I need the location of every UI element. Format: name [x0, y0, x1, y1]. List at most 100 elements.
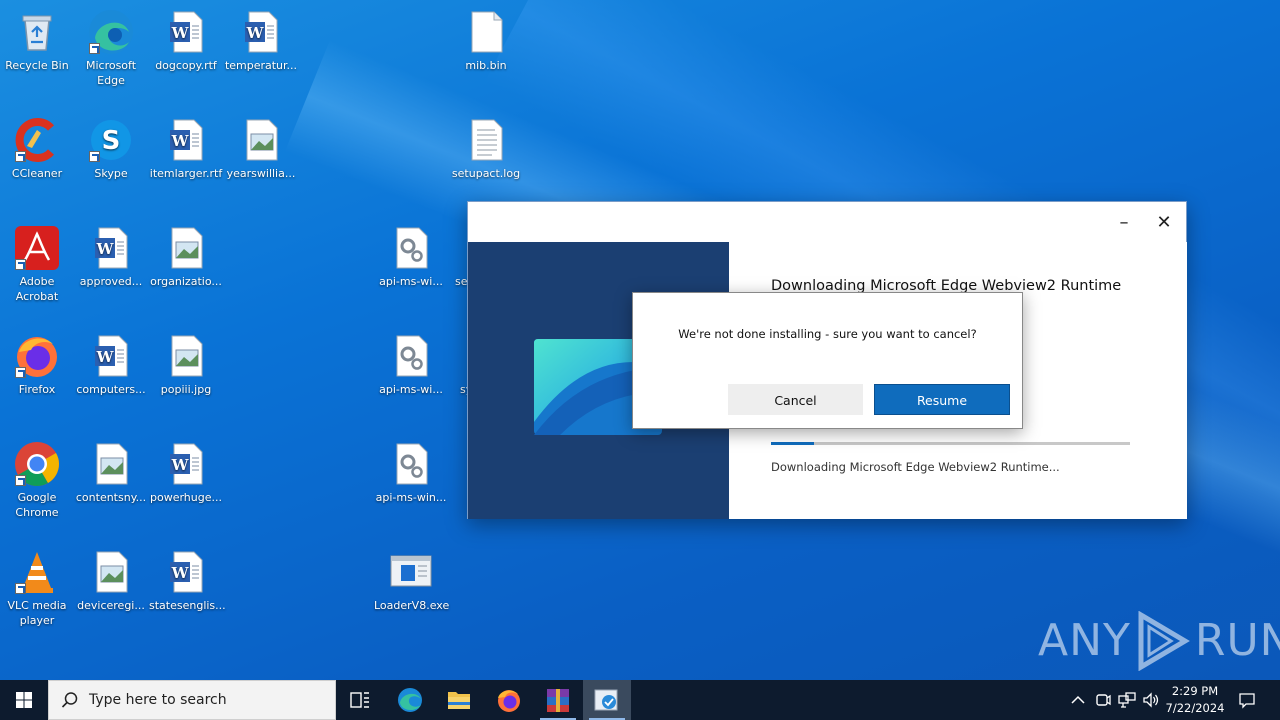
watermark-text-right: RUN	[1194, 615, 1280, 666]
desktop-icon-file[interactable]: W powerhuge...	[149, 440, 223, 505]
anyrun-watermark: ANY RUN	[1038, 610, 1280, 672]
desktop-icon-label: popiii.jpg	[160, 383, 212, 396]
desktop-icon-label: api-ms-wi...	[379, 275, 443, 288]
task-view-button[interactable]	[336, 680, 384, 720]
start-button[interactable]	[0, 680, 48, 720]
desktop-icon-label: mib.bin	[465, 59, 507, 72]
taskbar-app-edge[interactable]	[386, 680, 434, 720]
installer-icon	[594, 689, 618, 711]
desktop-icon-label: dogcopy.rtf	[155, 59, 217, 72]
desktop-icon-file[interactable]: W statesenglis...	[149, 548, 226, 613]
desktop-icon-label: setupact.log	[451, 167, 521, 180]
image-file-icon	[87, 440, 135, 488]
desktop-icon-adobe-acrobat[interactable]: Adobe Acrobat	[0, 224, 74, 304]
desktop-icon-file[interactable]: api-ms-wi...	[374, 332, 448, 397]
desktop-icon-file[interactable]: api-ms-wi...	[374, 224, 448, 289]
desktop-icon-label: organizatio...	[150, 275, 222, 288]
desktop-icon-file[interactable]: popiii.jpg	[149, 332, 223, 397]
desktop-icon-file[interactable]: yearswillia...	[224, 116, 298, 181]
recycle-bin-icon	[13, 8, 61, 56]
word-doc-icon: W	[237, 8, 285, 56]
svg-text:W: W	[96, 348, 115, 366]
taskbar-app-installer[interactable]	[583, 680, 631, 720]
taskbar-app-file-explorer[interactable]	[435, 680, 483, 720]
cancel-button[interactable]: Cancel	[728, 384, 863, 415]
desktop-icon-recycle-bin[interactable]: Recycle Bin	[0, 8, 74, 73]
svg-text:S: S	[102, 126, 121, 156]
search-icon	[61, 692, 78, 708]
firefox-icon	[13, 332, 61, 380]
progress-bar-fill	[771, 442, 815, 445]
taskbar: Type here to search 2:29 PM 7/22/2024	[0, 680, 1280, 720]
exe-app-icon	[387, 548, 435, 596]
image-file-icon	[87, 548, 135, 596]
meet-now-icon[interactable]	[1093, 690, 1113, 710]
play-logo-icon	[1138, 611, 1190, 671]
minimize-button[interactable]: –	[1111, 210, 1137, 236]
desktop: Recycle Bin CCleaner Adobe Acrobat Firef…	[0, 0, 1280, 680]
desktop-icon-file[interactable]: organizatio...	[149, 224, 223, 289]
text-file-icon	[462, 116, 510, 164]
desktop-icon-google-chrome[interactable]: Google Chrome	[0, 440, 74, 520]
notification-center-icon[interactable]	[1237, 690, 1257, 710]
word-doc-icon: W	[162, 116, 210, 164]
word-doc-icon: W	[162, 440, 210, 488]
svg-text:W: W	[171, 456, 190, 474]
desktop-icon-file[interactable]: W computers...	[74, 332, 148, 397]
desktop-icon-label: powerhuge...	[150, 491, 222, 504]
image-file-icon	[162, 332, 210, 380]
svg-text:W: W	[171, 564, 190, 582]
taskbar-app-winrar[interactable]	[534, 680, 582, 720]
desktop-icon-label: api-ms-wi...	[379, 383, 443, 396]
file-explorer-icon	[448, 692, 470, 709]
desktop-icon-file[interactable]: setupact.log	[449, 116, 523, 181]
desktop-icon-file[interactable]: mib.bin	[449, 8, 523, 73]
clock-time: 2:29 PM	[1171, 684, 1219, 698]
desktop-icon-file[interactable]: api-ms-win...	[374, 440, 448, 505]
network-icon[interactable]	[1117, 690, 1137, 710]
desktop-icon-file[interactable]: W dogcopy.rtf	[149, 8, 223, 73]
dialog-message: We're not done installing - sure you wan…	[678, 327, 977, 341]
cancel-confirm-dialog: We're not done installing - sure you wan…	[632, 292, 1023, 429]
taskbar-app-firefox[interactable]	[485, 680, 533, 720]
vlc-icon	[13, 548, 61, 596]
desktop-icon-microsoft-edge[interactable]: Microsoft Edge	[74, 8, 148, 88]
edge-icon	[87, 8, 135, 56]
desktop-icon-file[interactable]: W itemlarger.rtf	[149, 116, 223, 181]
desktop-icon-label: CCleaner	[11, 167, 63, 180]
desktop-icon-vlc[interactable]: VLC media player	[0, 548, 74, 628]
dll-file-icon	[387, 332, 435, 380]
desktop-icon-loaderv8[interactable]: LoaderV8.exe	[374, 548, 449, 613]
word-doc-icon: W	[87, 224, 135, 272]
taskbar-clock[interactable]: 2:29 PM 7/22/2024	[1162, 683, 1228, 717]
desktop-icon-label: api-ms-win...	[375, 491, 447, 504]
image-file-icon	[162, 224, 210, 272]
desktop-icon-firefox[interactable]: Firefox	[0, 332, 74, 397]
desktop-icon-skype[interactable]: S Skype	[74, 116, 148, 181]
desktop-icon-label: approved...	[79, 275, 143, 288]
word-doc-icon: W	[87, 332, 135, 380]
desktop-icon-label: yearswillia...	[226, 167, 296, 180]
installer-titlebar[interactable]: – ✕	[468, 202, 1186, 242]
desktop-icon-file[interactable]: contentsny...	[74, 440, 148, 505]
firefox-icon	[498, 690, 520, 712]
dll-file-icon	[387, 440, 435, 488]
desktop-icon-file[interactable]: W approved...	[74, 224, 148, 289]
close-button[interactable]: ✕	[1151, 210, 1177, 236]
progress-bar	[771, 442, 1130, 445]
desktop-icon-label: Google Chrome	[15, 491, 59, 519]
windows-logo-icon	[16, 692, 32, 708]
volume-icon[interactable]	[1141, 690, 1161, 710]
acrobat-icon	[13, 224, 61, 272]
blank-file-icon	[462, 8, 510, 56]
desktop-icon-label: VLC media player	[7, 599, 67, 627]
desktop-icon-file[interactable]: W temperatur...	[224, 8, 298, 73]
chevron-up-icon[interactable]	[1068, 690, 1088, 710]
resume-button[interactable]: Resume	[874, 384, 1010, 415]
desktop-icon-label: Firefox	[18, 383, 56, 396]
desktop-icon-ccleaner[interactable]: CCleaner	[0, 116, 74, 181]
desktop-icon-file[interactable]: deviceregi...	[74, 548, 148, 613]
task-view-icon	[350, 692, 369, 708]
desktop-icon-label: Adobe Acrobat	[15, 275, 59, 303]
taskbar-search-box[interactable]: Type here to search	[48, 680, 336, 720]
